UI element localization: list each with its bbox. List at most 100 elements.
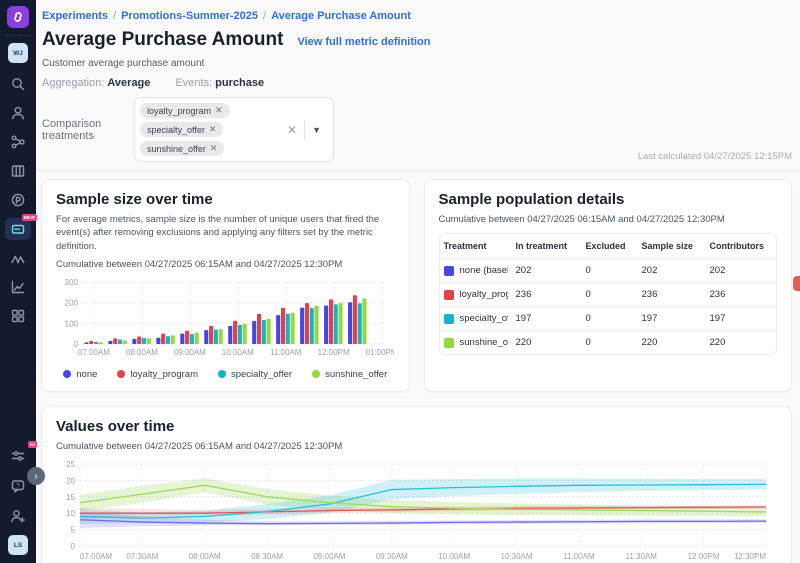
table-row[interactable]: loyalty_program2360236236	[440, 282, 777, 306]
events-label: Events:	[175, 77, 212, 89]
legend-dot	[218, 370, 226, 378]
grid-icon	[10, 308, 26, 324]
view-metric-definition-link[interactable]: View full metric definition	[297, 36, 430, 48]
treatment-swatch	[444, 338, 454, 348]
breadcrumb-experiments[interactable]: Experiments	[42, 10, 108, 22]
bar	[238, 325, 242, 344]
svg-text:08:00AM: 08:00AM	[189, 552, 221, 561]
treatment-name: loyalty_program	[460, 289, 508, 300]
cell-contributors: 197	[706, 306, 777, 330]
bar	[118, 339, 122, 344]
bar	[281, 308, 285, 344]
sidebar-item-ai-settings[interactable]: AI	[5, 445, 31, 467]
sidebar-item-holdouts[interactable]	[5, 160, 31, 182]
bar	[314, 306, 318, 344]
svg-text:5: 5	[71, 525, 76, 534]
svg-text:09:00AM: 09:00AM	[174, 348, 206, 357]
bar	[305, 303, 309, 344]
legend-item[interactable]: sunshine_offer	[312, 369, 387, 380]
columns-icon	[10, 163, 26, 179]
feedback-tab[interactable]	[793, 276, 800, 291]
legend-item[interactable]: none	[63, 369, 97, 380]
bar	[113, 338, 117, 344]
bar	[219, 329, 223, 344]
bar	[94, 342, 98, 344]
ab-mountains-icon	[10, 250, 26, 266]
card-title: Sample population details	[439, 191, 778, 208]
svg-text:12:00PM: 12:00PM	[318, 348, 350, 357]
col-sample-size: Sample size	[638, 234, 706, 258]
svg-text:09:00AM: 09:00AM	[313, 552, 345, 561]
metric-meta: Aggregation:Average Events:purchase	[42, 77, 792, 89]
card-description: For average metrics, sample size is the …	[56, 213, 395, 253]
treatment-select[interactable]: loyalty_program✕ specialty_offer✕ sunshi…	[134, 97, 334, 162]
table-row[interactable]: sunshine_offer2200220220	[440, 330, 777, 354]
chip-sunshine-offer[interactable]: sunshine_offer✕	[140, 141, 224, 156]
user-avatar[interactable]: LS	[8, 535, 28, 555]
svg-text:25: 25	[66, 460, 75, 469]
bar	[180, 334, 184, 344]
bar	[195, 333, 199, 344]
bar	[185, 331, 189, 344]
cell-contributors: 220	[706, 330, 777, 354]
workspace-avatar[interactable]: WJ	[8, 43, 28, 63]
nodes-icon	[10, 134, 26, 150]
chip-remove-icon[interactable]: ✕	[210, 143, 218, 154]
svg-text:12:30PM: 12:30PM	[734, 552, 766, 561]
cell-excluded: 0	[582, 258, 638, 282]
svg-text:12:00PM: 12:00PM	[688, 552, 720, 561]
chip-loyalty-program[interactable]: loyalty_program✕	[140, 103, 230, 118]
table-row[interactable]: specialty_offer1970197197	[440, 306, 777, 330]
sidebar-item-metrics[interactable]	[5, 276, 31, 298]
sidebar-item-feature-gates[interactable]	[5, 131, 31, 153]
bar	[286, 314, 290, 344]
sidebar-item-experiments-active[interactable]: NEW	[5, 218, 31, 240]
pulse-icon	[10, 192, 26, 208]
sidebar-expand-handle[interactable]: ›	[27, 467, 45, 485]
values-chart: 051015202507:00AM07:30AM08:00AM08:30AM09…	[56, 458, 777, 563]
bar	[190, 334, 194, 344]
breadcrumb-separator: /	[113, 10, 116, 22]
treatment-name: sunshine_offer	[460, 337, 508, 348]
cell-in-treatment: 202	[512, 258, 582, 282]
bar	[123, 340, 127, 344]
chevron-down-icon[interactable]: ▼	[305, 125, 328, 135]
sidebar-item-users[interactable]	[5, 102, 31, 124]
legend-item[interactable]: specialty_offer	[218, 369, 292, 380]
treatment-swatch	[444, 290, 454, 300]
sidebar-item-pulse[interactable]	[5, 189, 31, 211]
sidebar-item-dashboards[interactable]	[5, 305, 31, 327]
clear-all-icon[interactable]: ✕	[280, 123, 304, 137]
svg-text:0: 0	[71, 542, 76, 551]
sidebar-item-ab-testing[interactable]	[5, 247, 31, 269]
breadcrumb-experiment-name[interactable]: Promotions-Summer-2025	[121, 10, 258, 22]
cell-sample-size: 202	[638, 258, 706, 282]
col-contributors: Contributors	[706, 234, 777, 258]
svg-text:10:30AM: 10:30AM	[501, 552, 533, 561]
bar	[324, 305, 328, 343]
legend-label: none	[76, 369, 97, 380]
svg-text:20: 20	[66, 476, 75, 485]
bar	[142, 338, 146, 344]
bar	[84, 342, 88, 344]
bar	[348, 302, 352, 344]
cell-sample-size: 220	[638, 330, 706, 354]
chip-remove-icon[interactable]: ✕	[215, 105, 223, 116]
chip-remove-icon[interactable]: ✕	[209, 124, 217, 135]
sidebar-item-invite[interactable]	[5, 505, 31, 527]
line-chart-icon	[10, 279, 26, 295]
svg-text:10:00AM: 10:00AM	[438, 552, 470, 561]
cell-sample-size: 197	[638, 306, 706, 330]
sliders-icon	[10, 448, 26, 464]
chip-specialty-offer[interactable]: specialty_offer✕	[140, 122, 223, 137]
breadcrumb-metric-name[interactable]: Average Purchase Amount	[271, 10, 411, 22]
bar	[214, 329, 218, 343]
sidebar-item-search[interactable]	[5, 73, 31, 95]
table-row[interactable]: none (baseline)2020202202	[440, 258, 777, 282]
cell-in-treatment: 220	[512, 330, 582, 354]
statsig-logo-icon[interactable]	[7, 6, 29, 28]
svg-text:07:00AM: 07:00AM	[78, 348, 110, 357]
page-header: Experiments / Promotions-Summer-2025 / A…	[36, 0, 800, 171]
bar	[252, 321, 256, 344]
legend-item[interactable]: loyalty_program	[117, 369, 198, 380]
